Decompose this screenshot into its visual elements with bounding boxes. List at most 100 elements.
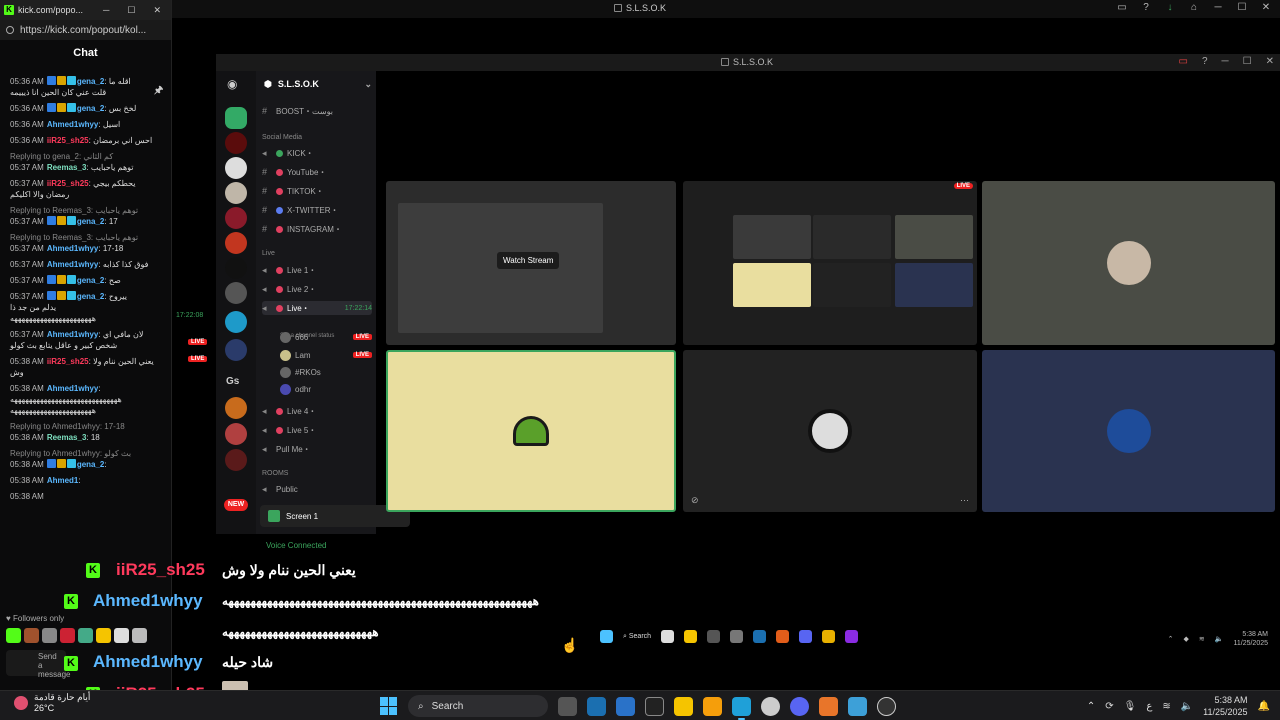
server-icon[interactable]: [225, 157, 247, 179]
user-tile[interactable]: [982, 350, 1275, 512]
minimize-button[interactable]: ─: [1222, 56, 1229, 67]
chat-message[interactable]: Replying to Ahmed1whyy: 17-18 05:38 AM Ree…: [0, 419, 172, 446]
chat-message[interactable]: 05:38 AM Ahmed1whyy: هههههههههههههههههههه…: [0, 381, 172, 419]
steam-icon[interactable]: [753, 630, 767, 643]
message-username[interactable]: iiR25_sh25: [47, 357, 89, 366]
server-icon[interactable]: [225, 132, 247, 154]
user-tile[interactable]: ⊘ ⋯: [683, 350, 977, 512]
channel-instagram[interactable]: # INSTAGRAM・: [262, 222, 372, 236]
server-icon[interactable]: [225, 257, 247, 279]
help-icon[interactable]: ?: [1140, 2, 1152, 13]
inbox-icon[interactable]: ⌂: [1188, 2, 1200, 13]
chat-message[interactable]: 05:37 AM Ahmed1whyy: فوق كذا كذابه: [0, 257, 172, 273]
nested-clock[interactable]: 5:38 AM 11/25/2025: [1233, 630, 1268, 648]
channel-tiktok[interactable]: # TIKTOK・: [262, 184, 372, 198]
server-header[interactable]: ⬢ S.L.S.O.K ⌄: [264, 79, 372, 90]
emote-icon[interactable]: [96, 628, 111, 643]
chat-message[interactable]: 05:37 AM iiR25_sh25: يحطكم بيجي رمضان والا…: [0, 176, 172, 203]
server-icon[interactable]: [225, 207, 247, 229]
app-icon[interactable]: [730, 630, 744, 643]
taskview-icon[interactable]: [558, 696, 577, 716]
emote-icon[interactable]: [114, 628, 129, 643]
emote-icon[interactable]: [132, 628, 147, 643]
maximize-button[interactable]: ☐: [1236, 2, 1248, 13]
reply-context[interactable]: Replying to Ahmed1whyy: بث كولو: [10, 448, 166, 459]
emote-icon[interactable]: [78, 628, 93, 643]
message-username[interactable]: Reemas_3: [47, 163, 87, 172]
chevron-up-icon[interactable]: ⌃: [1087, 701, 1095, 712]
chat-message[interactable]: 05:36 AM gena_2: اقله ما قلت عني كان الحين…: [0, 74, 172, 101]
weather-widget[interactable]: أيام حارة قادمة 26°C: [14, 692, 90, 714]
category-rooms[interactable]: ROOMS: [262, 466, 372, 480]
folder-icon[interactable]: [674, 696, 693, 716]
chat-message[interactable]: 05:38 AM iiR25_sh25: يعني الحين ننام ولا و…: [0, 354, 172, 381]
minimize-button[interactable]: ─: [103, 5, 109, 16]
message-username[interactable]: Ahmed1whyy: [47, 260, 99, 269]
voice-user[interactable]: 666 LIVE: [280, 330, 372, 344]
edge-icon[interactable]: [732, 696, 751, 720]
maximize-button[interactable]: ☐: [1243, 56, 1252, 67]
minimize-button[interactable]: ─: [1212, 2, 1224, 13]
close-button[interactable]: ✕: [1266, 56, 1274, 67]
emote-icon[interactable]: [42, 628, 57, 643]
chat-message[interactable]: 05:37 AM gena_2: ييروح يدلم من جد ذا هههههه…: [0, 289, 172, 327]
chat-message[interactable]: 05:38 AM Ahmed1:: [0, 473, 172, 489]
discord-home-icon[interactable]: ◉: [227, 77, 237, 91]
volume-icon[interactable]: 🔈: [1181, 701, 1193, 712]
mic-icon[interactable]: 🎙: [1124, 701, 1137, 712]
channel-pull-me[interactable]: ◂ Pull Me・: [262, 442, 372, 456]
category-live[interactable]: Live: [262, 246, 372, 260]
voice-user[interactable]: odhr: [280, 382, 372, 396]
chat-message[interactable]: 05:36 AM iiR25_sh25: احس اني برمضان: [0, 133, 172, 149]
emote-icon[interactable]: [6, 628, 21, 643]
message-username[interactable]: gena_2: [77, 460, 105, 469]
message-username[interactable]: gena_2: [77, 276, 105, 285]
nested-search[interactable]: ⌕ Search: [623, 633, 651, 641]
chat-message[interactable]: 05:38 AM: [0, 489, 172, 505]
message-username[interactable]: Ahmed1whyy: [47, 244, 99, 253]
server-text-icon[interactable]: Gs: [226, 376, 239, 387]
chat-input[interactable]: Send a message: [6, 650, 70, 679]
channel-live-5[interactable]: ◂ Live 5・: [262, 423, 372, 437]
discord-icon[interactable]: [799, 630, 813, 643]
wifi-icon[interactable]: ≋: [1162, 701, 1170, 712]
message-username[interactable]: gena_2: [77, 77, 105, 86]
app-icon[interactable]: [845, 630, 859, 643]
message-username[interactable]: Ahmed1whyy: [47, 384, 99, 393]
channel-boost[interactable]: # BOOST・بوست: [262, 104, 372, 118]
help-icon[interactable]: ?: [1202, 56, 1208, 67]
notification-icon[interactable]: 🔔: [1258, 701, 1270, 712]
app-icon[interactable]: [819, 696, 838, 716]
channel-kick[interactable]: ◂ KICK・: [262, 146, 372, 160]
message-username[interactable]: Ahmed1whyy: [47, 120, 99, 129]
message-username[interactable]: Ahmed1whyy: [47, 330, 99, 339]
server-icon[interactable]: [225, 107, 247, 129]
server-icon[interactable]: [225, 282, 247, 304]
server-icon[interactable]: [225, 397, 247, 419]
server-icon[interactable]: [225, 182, 247, 204]
channel-x-twitter[interactable]: # X-TWITTER・: [262, 203, 372, 217]
windows-start-icon[interactable]: [600, 630, 613, 643]
channel-live-4[interactable]: ◂ Live 4・: [262, 404, 372, 418]
reply-context[interactable]: Replying to Ahmed1whyy: 17-18: [10, 421, 166, 432]
user-tile-speaking[interactable]: [386, 350, 676, 512]
firefox-icon[interactable]: [776, 630, 790, 643]
taskbar-search[interactable]: ⌕ Search: [408, 695, 548, 717]
chat-message[interactable]: Replying to Reemas_3: توهم ياحبايب 05:37 …: [0, 203, 172, 230]
chevron-up-icon[interactable]: ⌃: [1168, 635, 1174, 643]
user-tile[interactable]: [982, 181, 1275, 345]
download-icon[interactable]: ↓: [1164, 2, 1176, 13]
server-icon[interactable]: [225, 232, 247, 254]
app-icon[interactable]: [707, 630, 721, 643]
screen-share-tile[interactable]: LIVE: [683, 181, 977, 345]
message-username[interactable]: iiR25_sh25: [47, 179, 89, 188]
voice-user[interactable]: Lam LIVE: [280, 348, 372, 362]
tray-icon[interactable]: ◆: [1184, 635, 1189, 643]
taskview-icon[interactable]: [661, 630, 675, 643]
channel-live-2[interactable]: ◂ Live 2・: [262, 282, 372, 296]
close-button[interactable]: ✕: [1260, 2, 1272, 13]
message-username[interactable]: gena_2: [77, 104, 105, 113]
message-username[interactable]: iiR25_sh25: [47, 136, 89, 145]
channel-youtube[interactable]: # YouTube・: [262, 165, 372, 179]
emote-icon[interactable]: [60, 628, 75, 643]
